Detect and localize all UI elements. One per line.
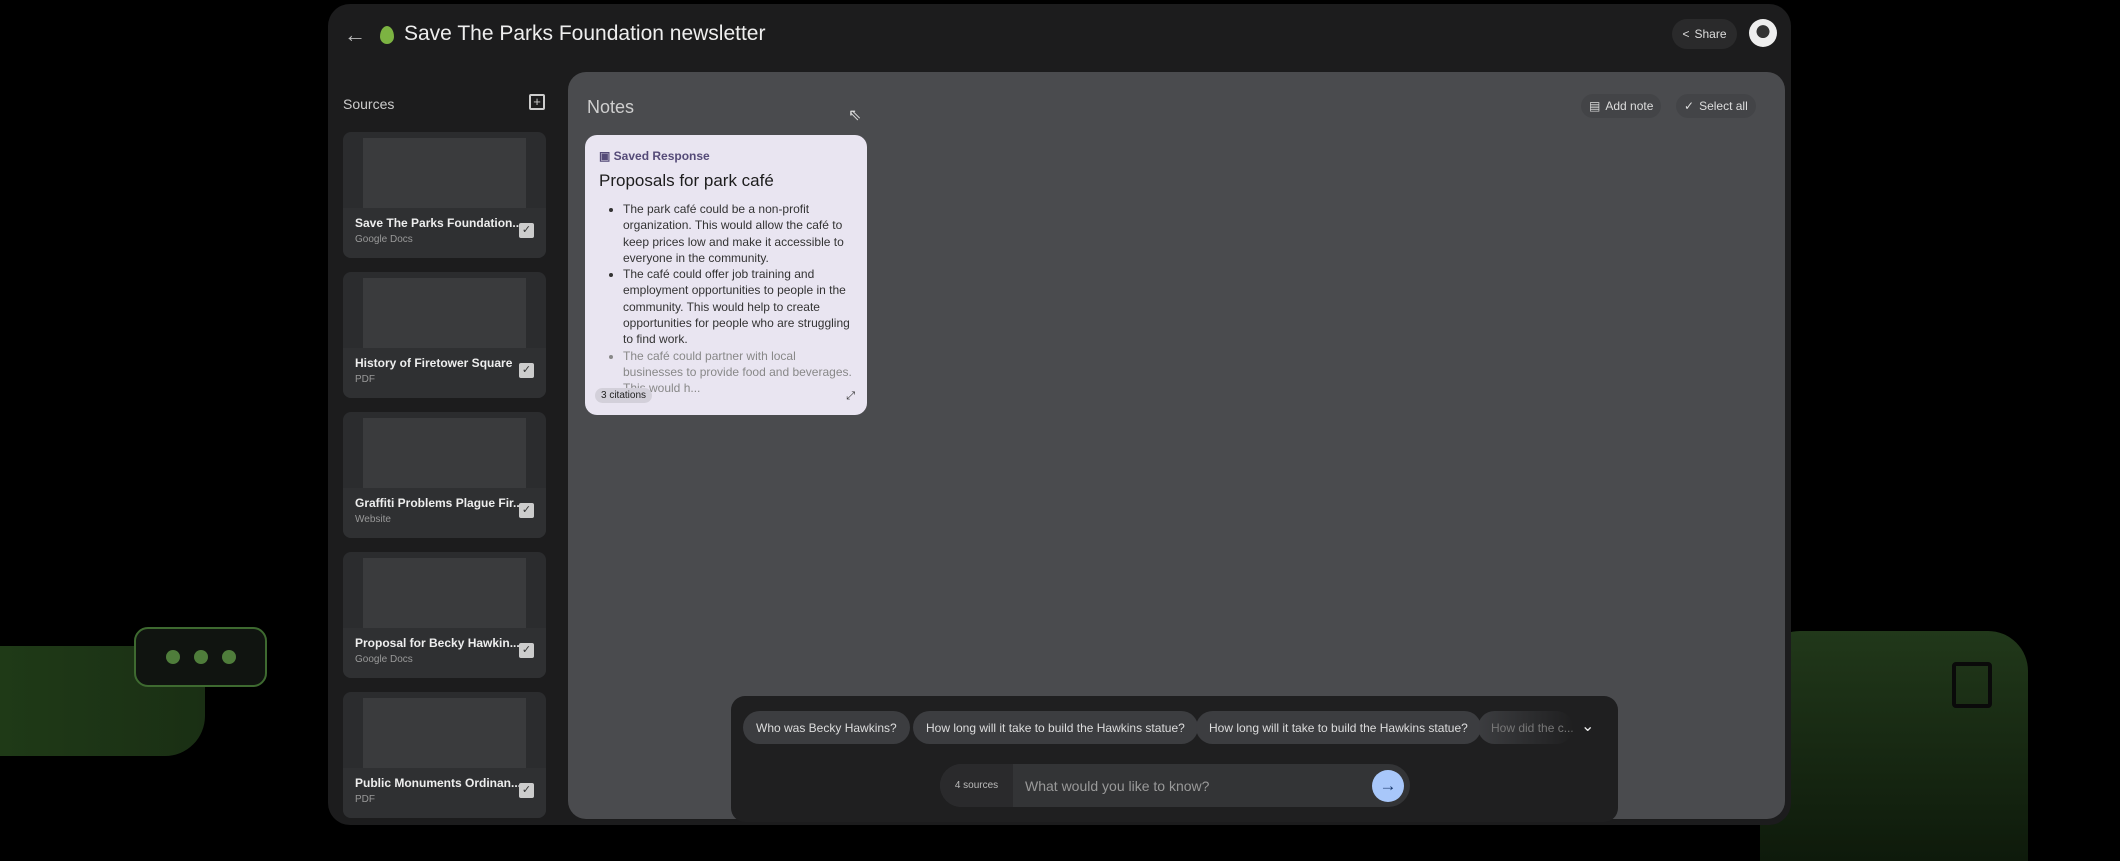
source-card[interactable]: History of Firetower Square PDF ✓ — [343, 272, 546, 398]
source-card[interactable]: Graffiti Problems Plague Fir... Website ✓ — [343, 412, 546, 538]
suggestion-chip[interactable]: How long will it take to build the Hawki… — [913, 711, 1198, 744]
note-bullet: The café could offer job training and em… — [623, 266, 853, 347]
source-count[interactable]: 4 sources — [940, 764, 1013, 807]
chat-bar: Who was Becky Hawkins? How long will it … — [731, 696, 1618, 822]
source-name: Proposal for Becky Hawkin... — [355, 636, 520, 650]
citations-badge[interactable]: 3 citations — [595, 388, 653, 403]
saved-response-icon: ▣ — [599, 149, 614, 163]
source-card[interactable]: Save The Parks Foundation... Google Docs ✓ — [343, 132, 546, 258]
notes-panel: Notes ⇖ ▤ Add note ✓ Select all ▣ Saved Re… — [568, 72, 1785, 822]
source-checkbox[interactable]: ✓ — [519, 783, 534, 798]
source-type: PDF — [355, 374, 375, 385]
source-name: Graffiti Problems Plague Fir... — [355, 496, 524, 510]
source-checkbox[interactable]: ✓ — [519, 363, 534, 378]
source-type: Google Docs — [355, 654, 413, 665]
notes-heading: Notes — [587, 97, 635, 117]
source-checkbox[interactable]: ✓ — [519, 643, 534, 658]
share-button[interactable]: < Share — [1672, 19, 1737, 49]
source-type: Website — [355, 514, 391, 525]
source-thumbnail — [363, 418, 526, 494]
notebook-leaf-icon — [380, 26, 394, 44]
source-type: PDF — [355, 794, 375, 805]
question-input[interactable] — [1013, 764, 1363, 807]
mouse-cursor-icon: ⇖ — [848, 107, 862, 124]
source-thumbnail — [363, 698, 526, 774]
source-thumbnail — [363, 278, 526, 354]
app-window: ← Save The Parks Foundation newsletter <… — [328, 4, 1791, 825]
send-arrow-icon[interactable]: → — [1372, 770, 1404, 802]
suggestion-chip[interactable]: Who was Becky Hawkins? — [743, 711, 910, 744]
source-card[interactable]: Proposal for Becky Hawkin... Google Docs ✓ — [343, 552, 546, 678]
source-thumbnail — [363, 138, 526, 214]
add-source-icon[interactable]: + — [529, 94, 545, 110]
select-all-button[interactable]: ✓ Select all — [1676, 94, 1756, 118]
source-checkbox[interactable]: ✓ — [519, 223, 534, 238]
back-arrow-icon[interactable]: ← — [344, 22, 366, 48]
ask-box: 4 sources → — [940, 764, 1410, 807]
note-card[interactable]: ▣ Saved Response Proposals for park café… — [585, 135, 867, 415]
document-icon — [1952, 662, 1992, 708]
select-all-label: Select all — [1699, 99, 1748, 113]
add-note-label: Add note — [1605, 99, 1654, 113]
check-icon: ✓ — [1684, 99, 1695, 113]
note-bullets: The park café could be a non-profit orga… — [599, 201, 853, 397]
note-bullet: The café could partner with local busine… — [623, 348, 853, 397]
note-bullet: The park café could be a non-profit orga… — [623, 201, 853, 266]
source-list: Save The Parks Foundation... Google Docs ✓… — [343, 132, 546, 832]
note-kind: Saved Response — [613, 149, 710, 163]
suggestion-chip[interactable]: How did the c... — [1478, 711, 1573, 744]
share-icon: < — [1682, 27, 1690, 41]
notebook-title: Save The Parks Foundation newsletter — [404, 22, 766, 45]
source-thumbnail — [363, 558, 526, 634]
chevron-down-icon[interactable]: ⌄ — [1581, 716, 1594, 736]
note-title: Proposals for park café — [599, 171, 774, 190]
sources-heading: Sources — [343, 96, 395, 112]
share-label: Share — [1694, 27, 1727, 41]
header: ← Save The Parks Foundation newsletter <… — [328, 4, 1791, 68]
note-icon: ▤ — [1589, 99, 1601, 113]
source-type: Google Docs — [355, 234, 413, 245]
add-note-button[interactable]: ▤ Add note — [1581, 94, 1662, 118]
source-card[interactable]: Public Monuments Ordinan... PDF ✓ — [343, 692, 546, 818]
source-name: Save The Parks Foundation... — [355, 216, 523, 230]
suggestion-chip[interactable]: How long will it take to build the Hawki… — [1196, 711, 1481, 744]
source-checkbox[interactable]: ✓ — [519, 503, 534, 518]
expand-icon[interactable]: ⤢ — [846, 390, 855, 403]
more-dots-icon — [134, 627, 267, 687]
source-name: Public Monuments Ordinan... — [355, 776, 522, 790]
source-name: History of Firetower Square — [355, 356, 513, 370]
avatar[interactable] — [1749, 19, 1777, 47]
